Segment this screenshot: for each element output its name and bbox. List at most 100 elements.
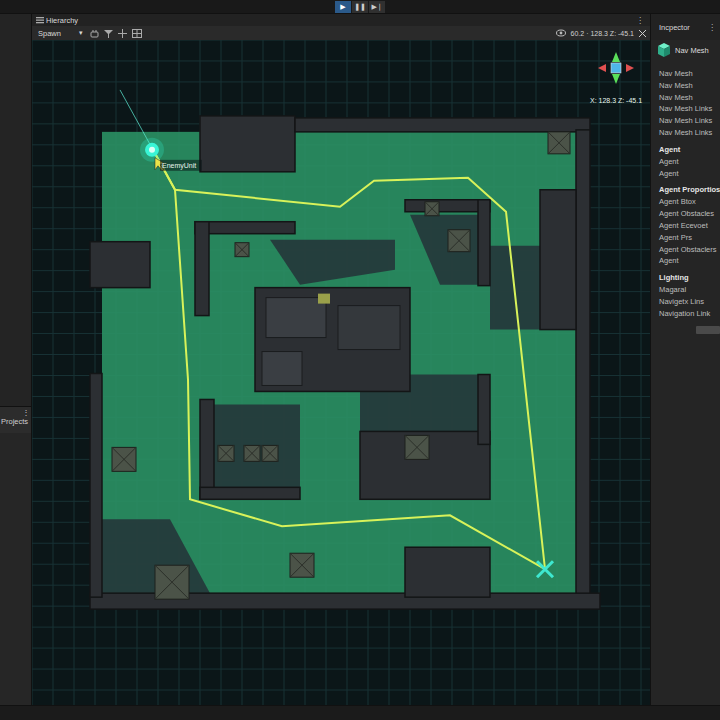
wall-obstacle <box>90 242 150 288</box>
projects-panel <box>0 433 31 705</box>
scene-toolbar: Spawn ▾ 60.2 · 128.3 Z: -45.1 <box>32 26 650 40</box>
inspector-item[interactable]: Nav Mesh Links <box>659 103 718 115</box>
projects-tab[interactable]: ⋮Projects <box>0 406 31 433</box>
play-toolbar: ▶❚❚▶❘ <box>0 0 720 14</box>
section-heading: Agent <box>659 144 718 156</box>
wall-obstacle <box>576 130 590 599</box>
inspector-list: Nav MeshNav MeshNav MeshNav Mesh LinksNa… <box>651 64 720 705</box>
hierarchy-menu-icon[interactable]: ⋮ <box>636 16 644 25</box>
eye-icon[interactable] <box>556 29 566 37</box>
projects-label: Projects <box>1 417 28 426</box>
agent-path <box>153 150 545 569</box>
scene-view[interactable]: EnemyUnit X: 128.3 Z: -45.1 <box>32 40 650 705</box>
inspector-item[interactable]: Navigetx Lins <box>659 296 718 308</box>
grid <box>32 40 650 705</box>
central-building <box>262 294 400 386</box>
inspector-item[interactable]: Agent <box>659 156 718 168</box>
inspector-item[interactable]: Nav Mesh <box>659 92 718 104</box>
crate <box>155 565 189 599</box>
inspector-item[interactable]: Nav Mesh Links <box>659 127 718 139</box>
scene-panel-strip <box>0 14 31 406</box>
spawn-field[interactable]: Spawn ▾ <box>36 29 85 38</box>
inspector-item[interactable]: Agent Obstaclers <box>659 244 718 256</box>
wall-obstacle <box>255 288 410 392</box>
filter-icon[interactable] <box>104 29 113 38</box>
inspector-item[interactable]: Agent <box>659 168 718 180</box>
dropdown-arrow-icon[interactable]: ▾ <box>79 29 83 37</box>
status-bar <box>0 705 720 720</box>
wall-obstacle <box>200 399 214 499</box>
agent-label: EnemyUnit <box>162 162 196 170</box>
play-control-button[interactable]: ❚❚ <box>352 1 368 13</box>
editor-window: ▶❚❚▶❘⋮ProjectsHierarchy⋮Spawn▾60.2 · 128… <box>0 0 720 720</box>
inspector-item[interactable]: Agent <box>659 255 718 267</box>
wall-obstacle <box>360 431 490 499</box>
wall-obstacle <box>540 190 576 330</box>
coordinates-readout: 60.2 · 128.3 Z: -45.1 <box>571 30 634 37</box>
move-icon[interactable] <box>118 29 127 38</box>
left-panel: ⋮Projects <box>0 14 32 705</box>
inspector-item[interactable]: Magaral <box>659 284 718 296</box>
grid-icon[interactable] <box>132 29 142 38</box>
projects-menu-icon[interactable]: ⋮ <box>22 409 30 417</box>
inspector-item[interactable]: Agent Btox <box>659 196 718 208</box>
inspector-item[interactable]: Agent Prs <box>659 232 718 244</box>
wall-obstacle <box>200 116 295 172</box>
inspector-menu-icon[interactable]: ⋮ <box>708 23 716 32</box>
non-walkable-area <box>410 215 478 285</box>
destination-x-icon[interactable] <box>537 561 553 577</box>
hierarchy-header: Hierarchy ⋮ <box>32 14 650 26</box>
navmesh-surface <box>102 132 578 595</box>
crate <box>405 435 429 459</box>
wall-obstacle <box>405 547 490 597</box>
inspector-item[interactable]: Navigation Link <box>659 308 718 320</box>
hierarchy-tab[interactable]: Hierarchy <box>36 16 78 25</box>
wall-obstacle <box>478 374 490 444</box>
scene-column: Hierarchy ⋮ Spawn ▾ 60.2 · 128.3 Z: -45.1 Ene… <box>32 14 650 705</box>
component-title: Nav Mesh <box>675 46 709 55</box>
play-controls: ▶❚❚▶❘ <box>335 1 385 13</box>
component-header: Nav Mesh <box>651 40 720 64</box>
non-walkable-area <box>214 404 300 487</box>
enemy-unit-marker[interactable] <box>140 138 164 162</box>
close-icon[interactable] <box>639 30 646 37</box>
inspector-item[interactable]: Agent Ecevoet <box>659 220 718 232</box>
wall-obstacle <box>478 200 490 286</box>
section-heading: Lighting <box>659 272 718 284</box>
inspector-item[interactable]: Nav Mesh <box>659 68 718 80</box>
play-control-button[interactable]: ▶❘ <box>369 1 385 13</box>
gizmo-readout: X: 128.3 Z: -45.1 <box>590 97 642 104</box>
inspector-item[interactable]: Nav Mesh Links <box>659 115 718 127</box>
wall-obstacle <box>200 487 300 499</box>
wall-obstacle <box>90 373 102 597</box>
crate <box>290 553 314 577</box>
crate <box>218 445 234 461</box>
play-control-button[interactable]: ▶ <box>335 1 351 13</box>
crate <box>448 230 470 252</box>
inspector-item[interactable]: Nav Mesh <box>659 80 718 92</box>
crate <box>548 132 570 154</box>
navmesh-map[interactable]: EnemyUnit X: 128.3 Z: -45.1 <box>32 40 650 705</box>
orientation-gizmo-icon[interactable] <box>598 52 634 84</box>
navmesh-cube-icon <box>657 42 671 58</box>
scrollbar[interactable] <box>696 326 720 334</box>
crate <box>425 202 439 216</box>
crate <box>112 447 136 471</box>
spawn-label: Spawn <box>38 29 61 38</box>
inspector-header: Incpector ⋮ <box>651 14 720 40</box>
inspector-panel: Incpector⋮Nav MeshNav MeshNav MeshNav Me… <box>650 14 720 705</box>
crate <box>244 445 260 461</box>
hierarchy-label: Hierarchy <box>46 16 78 25</box>
inspector-tab[interactable]: Incpector <box>659 23 690 32</box>
section-heading: Agent Proportios <box>659 184 718 196</box>
hand-icon[interactable] <box>90 29 99 38</box>
list-icon <box>36 16 44 24</box>
agent-path <box>153 150 545 569</box>
wall-obstacle <box>195 222 209 316</box>
wall-obstacle <box>295 118 590 132</box>
inspector-item[interactable]: Agent Obstacles <box>659 208 718 220</box>
crate <box>235 243 249 257</box>
wall-obstacle <box>195 222 295 234</box>
crate <box>262 445 278 461</box>
non-walkable-area <box>270 240 395 285</box>
